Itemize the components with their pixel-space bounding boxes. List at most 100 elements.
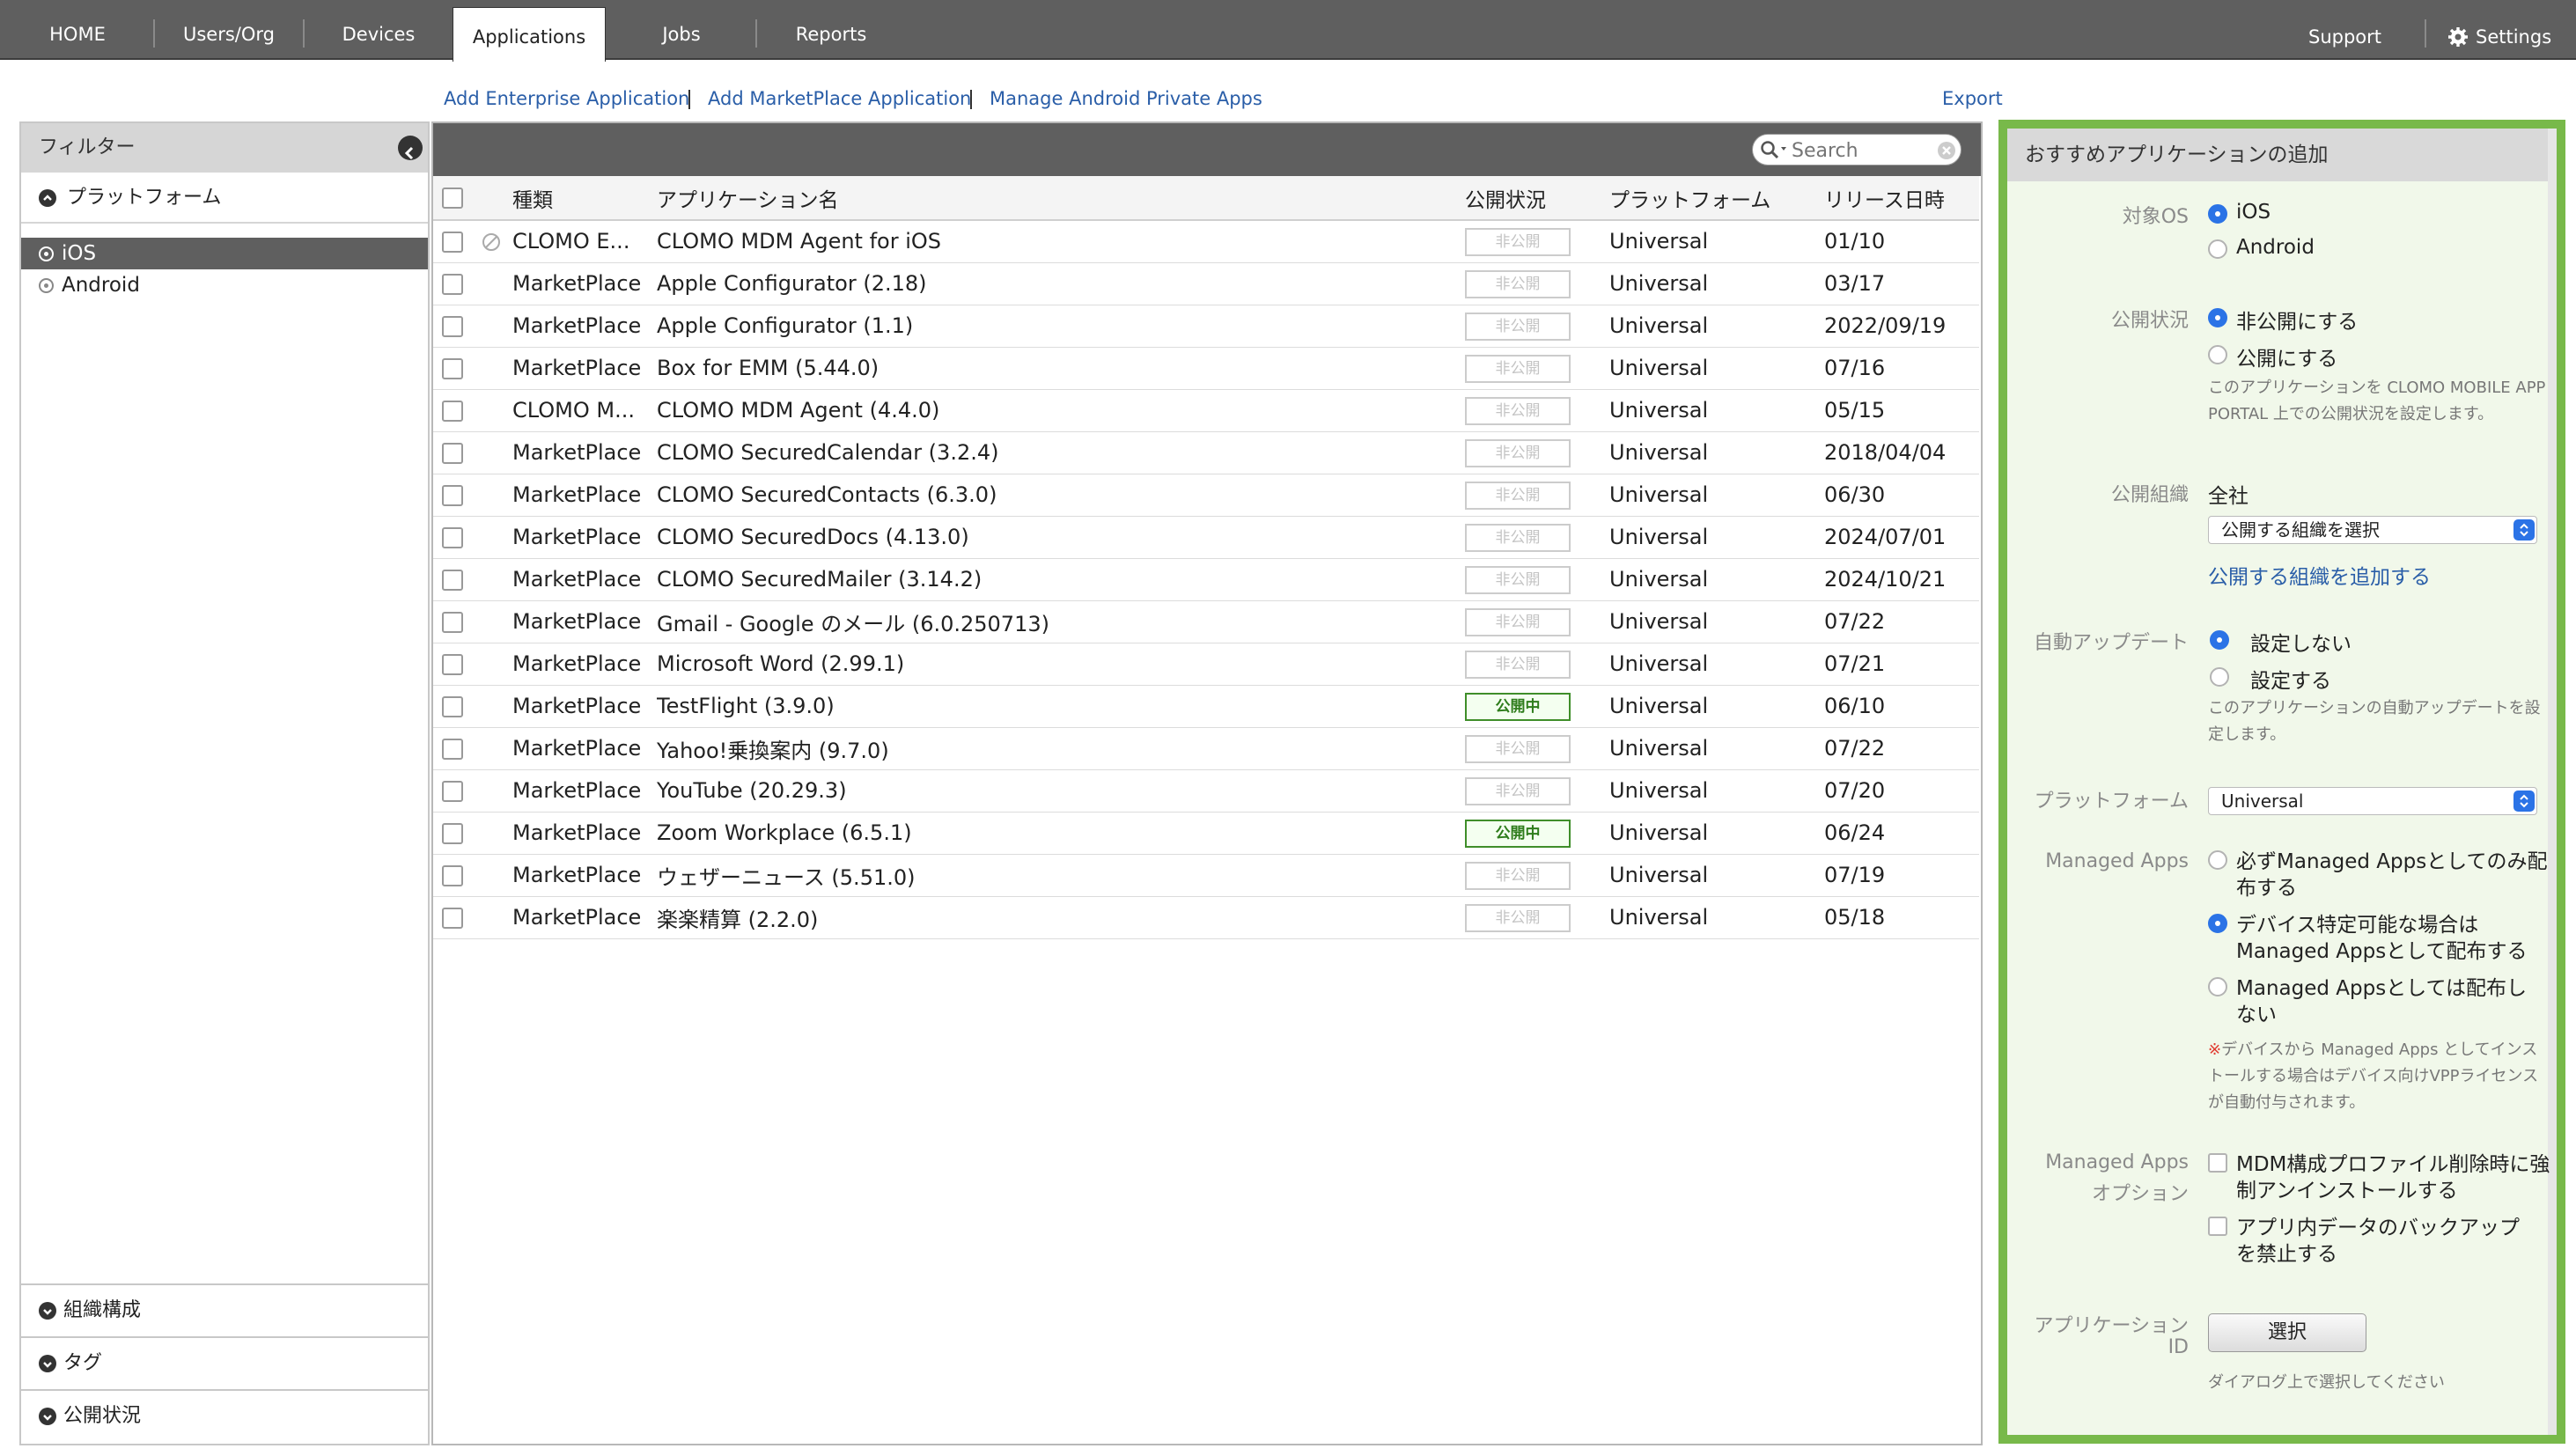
row-checkbox[interactable] bbox=[442, 612, 463, 633]
row-checkbox[interactable] bbox=[442, 781, 463, 802]
no-backup-label[interactable]: アプリ内データのバックアップを禁止する bbox=[2236, 1215, 2536, 1268]
radio-not-managed-label[interactable]: Managed Appsとしては配布しない bbox=[2236, 975, 2536, 1028]
row-checkbox[interactable] bbox=[442, 274, 463, 295]
app-name[interactable]: CLOMO MDM Agent for iOS bbox=[657, 220, 1465, 263]
table-row[interactable]: MarketPlace TestFlight (3.9.0) 公開中 Universa… bbox=[433, 685, 1979, 728]
publish-status-section[interactable]: 公開状況 bbox=[21, 1389, 428, 1440]
row-checkbox[interactable] bbox=[442, 527, 463, 548]
select-app-button[interactable]: 選択 bbox=[2208, 1313, 2366, 1352]
radio-auto-update-on-label[interactable]: 設定する bbox=[2250, 664, 2331, 694]
radio-managed-if-identifiable[interactable] bbox=[2208, 914, 2227, 933]
table-row[interactable]: MarketPlace Yahoo!乗換案内 (9.7.0) 非公開 Universa… bbox=[433, 727, 1979, 770]
table-row[interactable]: MarketPlace YouTube (20.29.3) 非公開 Universal… bbox=[433, 769, 1979, 813]
org-structure-section[interactable]: 組織構成 bbox=[21, 1283, 428, 1335]
table-row[interactable]: MarketPlace ウェザーニュース (5.51.0) 非公開 Universal… bbox=[433, 854, 1979, 897]
app-name[interactable]: Box for EMM (5.44.0) bbox=[657, 347, 1465, 390]
add-org-link[interactable]: 公開する組織を追加する bbox=[2208, 560, 2431, 590]
column-header-platform[interactable]: プラットフォーム bbox=[1609, 176, 1824, 221]
tab-jobs[interactable]: Jobs bbox=[611, 9, 752, 60]
table-row[interactable]: MarketPlace CLOMO SecuredContacts (6.3.0)… bbox=[433, 474, 1979, 517]
row-checkbox[interactable] bbox=[442, 401, 463, 422]
row-checkbox[interactable] bbox=[442, 232, 463, 254]
select-all-checkbox[interactable] bbox=[442, 188, 463, 209]
radio-ios-label[interactable]: iOS bbox=[2236, 201, 2271, 224]
platform-section-header[interactable]: プラットフォーム bbox=[21, 173, 428, 224]
force-uninstall-checkbox[interactable] bbox=[2208, 1153, 2227, 1173]
table-row[interactable]: MarketPlace CLOMO SecuredMailer (3.14.2) 非… bbox=[433, 558, 1979, 601]
tab-reports[interactable]: Reports bbox=[761, 9, 902, 60]
row-checkbox[interactable] bbox=[442, 823, 463, 844]
app-name[interactable]: Apple Configurator (1.1) bbox=[657, 305, 1465, 348]
table-row[interactable]: MarketPlace CLOMO SecuredCalendar (3.2.4)… bbox=[433, 431, 1979, 474]
table-row[interactable]: MarketPlace Apple Configurator (1.1) 非公開 Un… bbox=[433, 305, 1979, 348]
search-box[interactable] bbox=[1752, 134, 1961, 165]
no-backup-checkbox[interactable] bbox=[2208, 1217, 2227, 1236]
export-link[interactable]: Export bbox=[1942, 88, 2003, 109]
app-name[interactable]: CLOMO SecuredContacts (6.3.0) bbox=[657, 474, 1465, 517]
app-name[interactable]: CLOMO SecuredMailer (3.14.2) bbox=[657, 558, 1465, 601]
tab-home[interactable]: HOME bbox=[16, 9, 139, 60]
filter-item-ios[interactable]: iOS bbox=[21, 238, 428, 269]
row-checkbox[interactable] bbox=[442, 570, 463, 591]
radio-android[interactable] bbox=[2208, 239, 2227, 259]
table-row[interactable]: MarketPlace Box for EMM (5.44.0) 非公開 Univer… bbox=[433, 347, 1979, 390]
radio-not-managed[interactable] bbox=[2208, 977, 2227, 996]
filter-item-android[interactable]: Android bbox=[21, 269, 428, 301]
row-checkbox[interactable] bbox=[442, 696, 463, 717]
row-checkbox[interactable] bbox=[442, 485, 463, 506]
app-name[interactable]: CLOMO SecuredCalendar (3.2.4) bbox=[657, 431, 1465, 474]
app-name[interactable]: Zoom Workplace (6.5.1) bbox=[657, 812, 1465, 855]
manage-android-private-apps-link[interactable]: Manage Android Private Apps bbox=[990, 88, 1262, 109]
clear-search-icon[interactable] bbox=[1938, 142, 1955, 159]
table-row[interactable]: MarketPlace Zoom Workplace (6.5.1) 公開中 Univ… bbox=[433, 812, 1979, 855]
app-name[interactable]: YouTube (20.29.3) bbox=[657, 769, 1465, 813]
tab-applications[interactable]: Applications bbox=[453, 7, 606, 62]
search-input[interactable] bbox=[1792, 138, 1932, 163]
radio-publish-label[interactable]: 公開にする bbox=[2236, 342, 2337, 371]
column-header-release-date[interactable]: リリース日時 bbox=[1824, 176, 1979, 221]
row-checkbox[interactable] bbox=[442, 865, 463, 886]
app-name[interactable]: CLOMO MDM Agent (4.4.0) bbox=[657, 389, 1465, 432]
radio-auto-update-off-label[interactable]: 設定しない bbox=[2250, 627, 2352, 657]
settings-link[interactable]: Settings bbox=[2447, 9, 2551, 60]
app-name[interactable]: Yahoo!乗換案内 (9.7.0) bbox=[657, 727, 1465, 770]
column-header-type[interactable]: 種類 bbox=[512, 176, 657, 221]
table-row[interactable]: MarketPlace Gmail - Google のメール (6.0.2507… bbox=[433, 600, 1979, 643]
table-row[interactable]: MarketPlace Microsoft Word (2.99.1) 非公開 Uni… bbox=[433, 643, 1979, 686]
radio-ios[interactable] bbox=[2208, 204, 2227, 224]
radio-auto-update-on[interactable] bbox=[2210, 667, 2229, 687]
collapse-panel-button[interactable] bbox=[398, 136, 423, 160]
app-name[interactable]: Microsoft Word (2.99.1) bbox=[657, 643, 1465, 686]
row-checkbox[interactable] bbox=[442, 654, 463, 675]
radio-unpublish[interactable] bbox=[2208, 308, 2227, 327]
tab-users-org[interactable]: Users/Org bbox=[158, 9, 299, 60]
row-checkbox[interactable] bbox=[442, 908, 463, 929]
app-name[interactable]: 楽楽精算 (2.2.0) bbox=[657, 896, 1465, 939]
panel-scrollbar[interactable] bbox=[2548, 129, 2557, 1435]
radio-auto-update-off[interactable] bbox=[2210, 630, 2229, 650]
tab-devices[interactable]: Devices bbox=[308, 9, 449, 60]
row-checkbox[interactable] bbox=[442, 358, 463, 379]
row-checkbox[interactable] bbox=[442, 739, 463, 760]
app-name[interactable]: TestFlight (3.9.0) bbox=[657, 685, 1465, 728]
column-header-status[interactable]: 公開状況 bbox=[1465, 176, 1609, 221]
table-row[interactable]: MarketPlace CLOMO SecuredDocs (4.13.0) 非公開… bbox=[433, 516, 1979, 559]
add-marketplace-app-link[interactable]: Add MarketPlace Application bbox=[708, 88, 971, 109]
force-uninstall-label[interactable]: MDM構成プロファイル削除時に強制アンインストールする bbox=[2236, 1151, 2553, 1204]
table-row[interactable]: CLOMO E... CLOMO MDM Agent for iOS 非公開 Univ… bbox=[433, 220, 1979, 263]
radio-android-label[interactable]: Android bbox=[2236, 236, 2315, 259]
app-name[interactable]: Apple Configurator (2.18) bbox=[657, 262, 1465, 305]
org-select[interactable]: 公開する組織を選択 bbox=[2208, 516, 2537, 544]
app-name[interactable]: ウェザーニュース (5.51.0) bbox=[657, 854, 1465, 897]
app-name[interactable]: Gmail - Google のメール (6.0.250713) bbox=[657, 600, 1465, 643]
row-checkbox[interactable] bbox=[442, 443, 463, 464]
table-row[interactable]: MarketPlace Apple Configurator (2.18) 非公開 U… bbox=[433, 262, 1979, 305]
tag-section[interactable]: タグ bbox=[21, 1336, 428, 1387]
column-header-name[interactable]: アプリケーション名 bbox=[657, 176, 1465, 221]
app-name[interactable]: CLOMO SecuredDocs (4.13.0) bbox=[657, 516, 1465, 559]
radio-unpublish-label[interactable]: 非公開にする bbox=[2236, 305, 2358, 335]
platform-select[interactable]: Universal bbox=[2208, 787, 2537, 815]
table-row[interactable]: MarketPlace 楽楽精算 (2.2.0) 非公開 Universal 05/18 bbox=[433, 896, 1979, 939]
radio-publish[interactable] bbox=[2208, 345, 2227, 364]
table-row[interactable]: CLOMO M... CLOMO MDM Agent (4.4.0) 非公開 Univ… bbox=[433, 389, 1979, 432]
